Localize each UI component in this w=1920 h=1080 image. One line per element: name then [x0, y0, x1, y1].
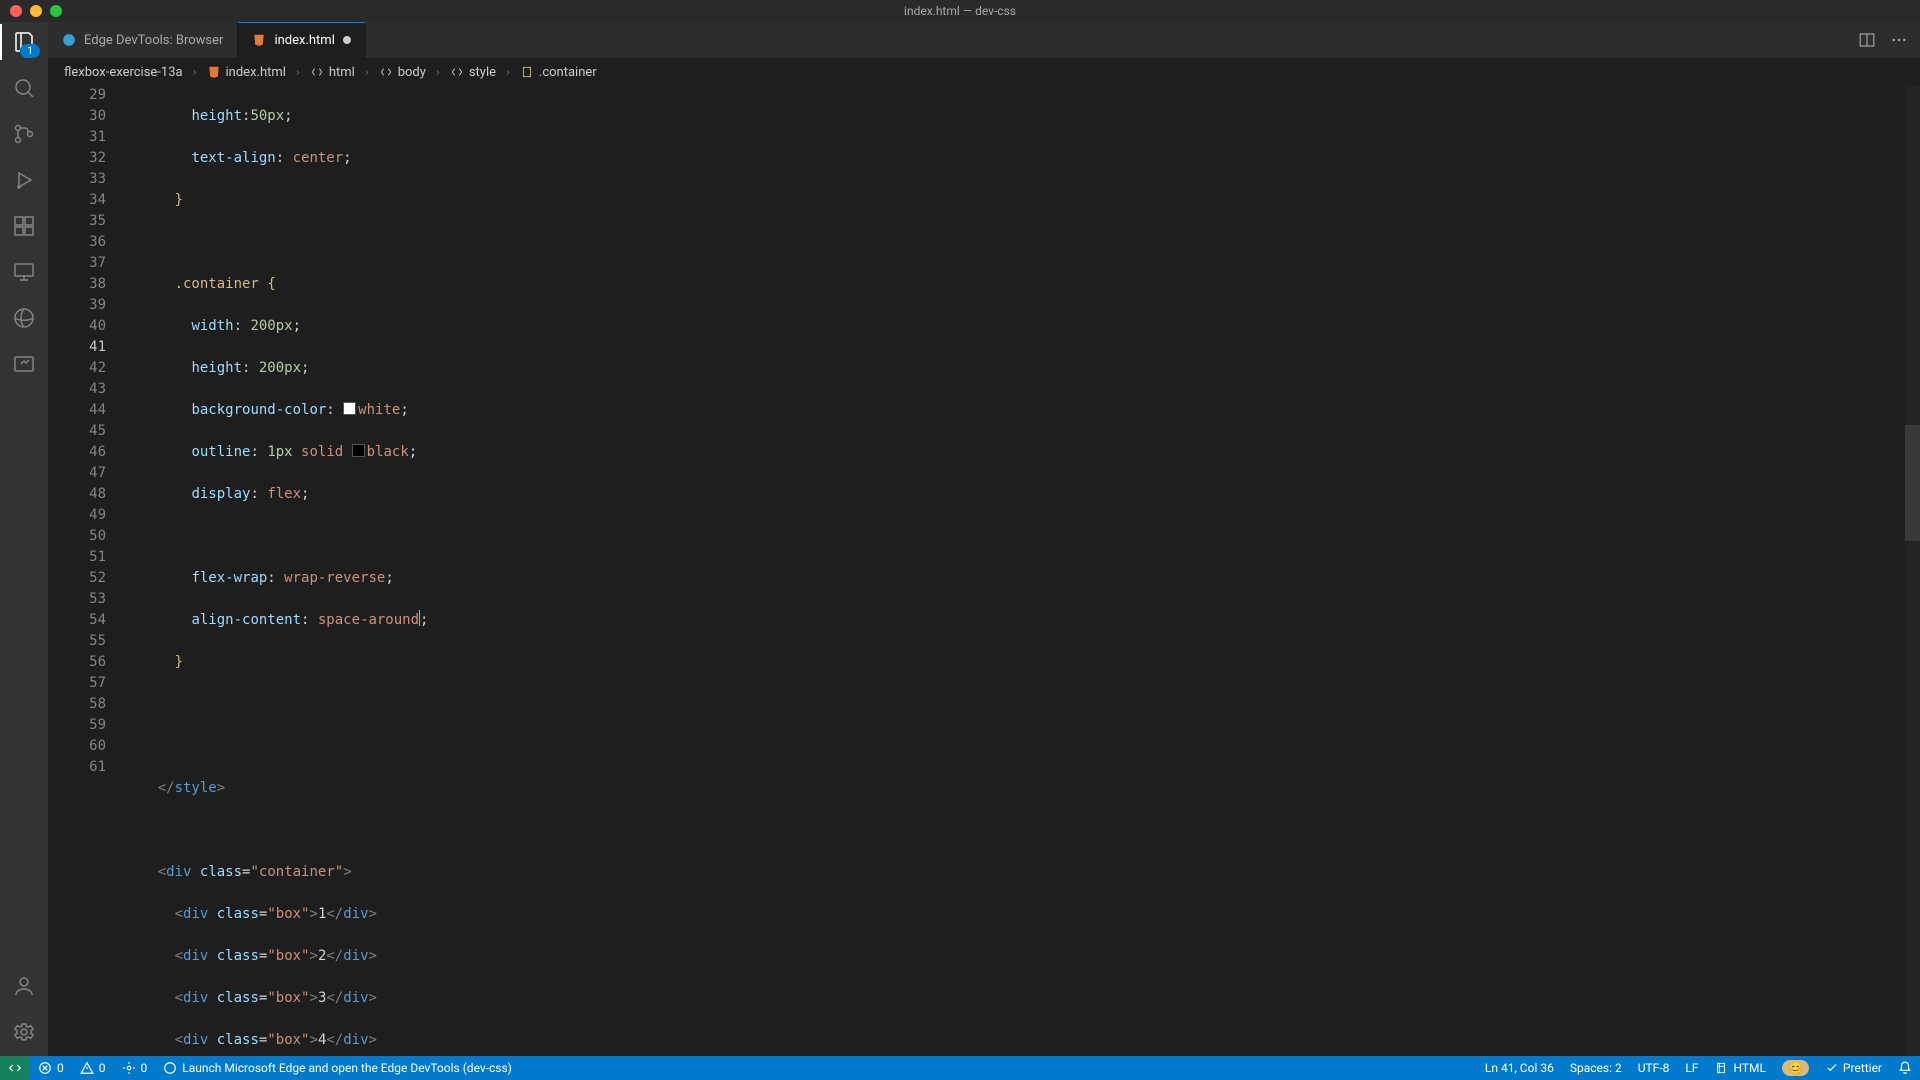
problems-warnings[interactable]: 0 — [72, 1056, 114, 1080]
crumb-seg[interactable]: style — [469, 65, 496, 80]
line-number: 54 — [48, 610, 106, 631]
crumb-seg[interactable]: html — [329, 65, 355, 80]
line-number: 42 — [48, 358, 106, 379]
settings-gear-icon[interactable] — [10, 1018, 38, 1046]
chevron-right-icon: › — [506, 65, 510, 80]
remote-explorer-icon[interactable] — [10, 258, 38, 286]
line-number: 37 — [48, 253, 106, 274]
split-editor-icon[interactable] — [1858, 31, 1876, 49]
minimize-window-icon[interactable] — [30, 5, 42, 17]
line-number: 31 — [48, 127, 106, 148]
ports-indicator[interactable]: 0 — [114, 1056, 156, 1080]
line-number: 44 — [48, 400, 106, 421]
line-number: 33 — [48, 169, 106, 190]
line-number: 55 — [48, 631, 106, 652]
line-number: 45 — [48, 421, 106, 442]
line-number: 52 — [48, 568, 106, 589]
line-number: 29 — [48, 85, 106, 106]
line-number: 32 — [48, 148, 106, 169]
line-number: 49 — [48, 505, 106, 526]
line-number: 40 — [48, 316, 106, 337]
color-swatch-icon[interactable] — [352, 444, 365, 457]
chevron-right-icon: › — [436, 65, 440, 80]
explorer-badge: 1 — [20, 44, 40, 58]
line-number: 36 — [48, 232, 106, 253]
line-number: 56 — [48, 652, 106, 673]
crumb-project[interactable]: flexbox-exercise-13a — [64, 65, 183, 80]
line-number: 60 — [48, 736, 106, 757]
line-number: 50 — [48, 526, 106, 547]
crumb-seg[interactable]: body — [398, 65, 426, 80]
edge-tools-icon[interactable] — [10, 304, 38, 332]
chevron-right-icon: › — [296, 65, 300, 80]
problems-errors[interactable]: 0 — [30, 1056, 72, 1080]
close-window-icon[interactable] — [10, 5, 22, 17]
minimap-scrollbar[interactable] — [1905, 85, 1920, 1056]
cursor-position[interactable]: Ln 41, Col 36 — [1477, 1056, 1562, 1080]
zoom-window-icon[interactable] — [50, 5, 62, 17]
titlebar: index.html — dev-css — [0, 0, 1920, 22]
window: index.html — dev-css 1 — [0, 0, 1920, 1080]
language-mode[interactable]: HTML — [1706, 1056, 1774, 1080]
editor-tabs: Edge DevTools: Browser index.html — [48, 22, 1920, 59]
dirty-indicator-icon — [343, 36, 351, 44]
line-number: 48 — [48, 484, 106, 505]
eol[interactable]: LF — [1677, 1056, 1706, 1080]
chevron-right-icon: › — [193, 65, 197, 80]
line-number: 61 — [48, 757, 106, 778]
run-debug-icon[interactable] — [10, 166, 38, 194]
line-number: 57 — [48, 673, 106, 694]
line-number-gutter: 2930313233343536373839404142434445464748… — [48, 85, 124, 1056]
tab-edge-devtools[interactable]: Edge DevTools: Browser — [48, 22, 238, 58]
text-caret — [419, 610, 420, 626]
chevron-right-icon: › — [365, 65, 369, 80]
line-number: 34 — [48, 190, 106, 211]
line-number: 51 — [48, 547, 106, 568]
line-number: 43 — [48, 379, 106, 400]
source-control-icon[interactable] — [10, 120, 38, 148]
account-icon[interactable] — [10, 972, 38, 1000]
code-editor[interactable]: 2930313233343536373839404142434445464748… — [48, 85, 1920, 1056]
crumb-seg[interactable]: .container — [539, 65, 597, 80]
encoding[interactable]: UTF-8 — [1630, 1056, 1678, 1080]
main-area: 1 — [0, 22, 1920, 1056]
line-number: 59 — [48, 715, 106, 736]
launch-edge-button[interactable]: Launch Microsoft Edge and open the Edge … — [155, 1056, 520, 1080]
line-number: 38 — [48, 274, 106, 295]
code-area[interactable]: height:50px; text-align: center; } .cont… — [124, 85, 1920, 1056]
search-icon[interactable] — [10, 74, 38, 102]
line-number: 58 — [48, 694, 106, 715]
color-swatch-icon[interactable] — [343, 402, 356, 415]
crumb-file[interactable]: index.html — [226, 65, 286, 80]
line-number: 39 — [48, 295, 106, 316]
prettier-status[interactable]: Prettier — [1817, 1056, 1890, 1080]
tab-label: Edge DevTools: Browser — [84, 33, 223, 48]
tab-label: index.html — [274, 33, 334, 48]
line-number: 30 — [48, 106, 106, 127]
window-traffic-lights — [0, 5, 62, 17]
remote-indicator[interactable] — [0, 1056, 30, 1080]
line-number: 41 — [48, 337, 106, 358]
line-number: 47 — [48, 463, 106, 484]
tab-index-html[interactable]: index.html — [238, 22, 365, 58]
line-number: 53 — [48, 589, 106, 610]
extensions-icon[interactable] — [10, 212, 38, 240]
notifications-icon[interactable] — [1890, 1056, 1920, 1080]
status-bar: 0 0 0 Launch Microsoft Edge and open the… — [0, 1056, 1920, 1080]
window-title: index.html — dev-css — [904, 4, 1016, 18]
explorer-icon[interactable]: 1 — [10, 28, 38, 56]
feedback-icon[interactable]: 😊 — [1774, 1056, 1817, 1080]
line-number: 46 — [48, 442, 106, 463]
more-actions-icon[interactable] — [1890, 31, 1908, 49]
indentation[interactable]: Spaces: 2 — [1562, 1056, 1630, 1080]
editor-column: Edge DevTools: Browser index.html — [48, 22, 1920, 1056]
activity-bar: 1 — [0, 22, 48, 1056]
breadcrumb[interactable]: flexbox-exercise-13a › index.html › html… — [48, 59, 1920, 85]
screencast-icon[interactable] — [10, 350, 38, 378]
line-number: 35 — [48, 211, 106, 232]
